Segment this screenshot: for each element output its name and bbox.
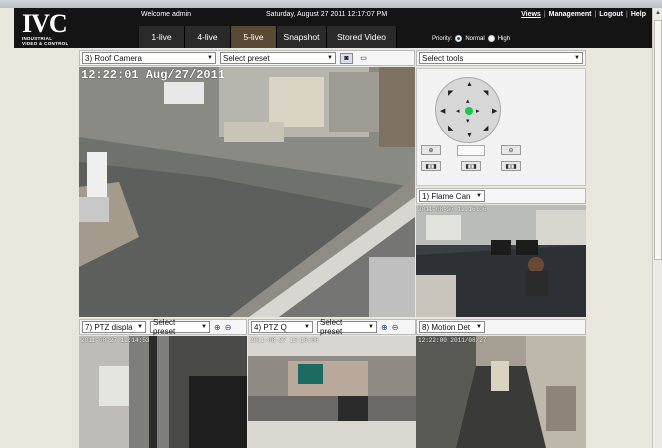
chevron-down-icon: ▼ [476, 193, 482, 199]
main-preset-select[interactable]: Select preset ▼ [220, 52, 336, 64]
chevron-down-icon: ▼ [137, 324, 143, 330]
arrow-left-icon[interactable]: ◀ [440, 107, 445, 115]
camera-7-header: 7) PTZ displa ▼ Select preset ▼ ⊕ ⊖ [79, 318, 247, 336]
priority-normal-radio[interactable] [455, 35, 463, 42]
chevron-down-icon: ▼ [207, 55, 213, 61]
page-scrollbar[interactable]: ▲ [652, 8, 662, 448]
ptz-control-panel: ▲ ▼ ◀ ▶ ◤ ◥ ◣ ◢ ▴ ▾ ◂ ▸ ⊕ ⊖ ◧◨ ◧◨ ◧◨ [416, 68, 586, 186]
chevron-down-icon: ▼ [574, 55, 580, 61]
camera-8-timestamp: 12:22:00 2011/08/27 [418, 337, 487, 344]
zoom-out-icon[interactable]: ⊖ [392, 323, 399, 332]
chevron-down-icon: ▼ [327, 55, 333, 61]
step-left-icon[interactable]: ◂ [456, 107, 460, 115]
camera-1-timestamp: 2011-08-27 12:16:06 [418, 206, 487, 213]
camera-7-preset-select[interactable]: Select preset ▼ [150, 318, 210, 336]
tools-header: Select tools ▼ [416, 50, 586, 66]
select-tools-dropdown[interactable]: Select tools ▼ [419, 52, 583, 64]
zoom-in-icon[interactable]: ⊕ [214, 323, 221, 332]
logo-subtext-2: VIDEO & CONTROL [22, 41, 69, 46]
arrow-up-right-icon[interactable]: ◥ [483, 89, 488, 97]
flame-camera-image [416, 205, 586, 317]
top-navigation-bar: IVC INDUSTRIAL VIDEO & CONTROL Welcome a… [14, 8, 652, 48]
focus-near-button[interactable]: ◧◨ [421, 161, 441, 171]
welcome-text: Welcome admin [141, 11, 192, 18]
camera-1-view[interactable]: 2011-08-27 12:16:06 [416, 205, 586, 317]
scrollbar-thumb[interactable] [654, 20, 662, 260]
main-camera-select[interactable]: 3) Roof Camera ▼ [82, 52, 216, 64]
main-camera-header: 3) Roof Camera ▼ Select preset ▼ ◙ ▭ [79, 50, 415, 66]
tab-4-live[interactable]: 4-live [185, 26, 231, 48]
camera-1-select[interactable]: 1) Flame Can ▼ [419, 190, 485, 202]
main-camera-view[interactable]: 12:22:01 Aug/27/2011 [79, 67, 415, 317]
tab-5-live[interactable]: 5-live [231, 26, 277, 48]
chevron-down-icon: ▼ [304, 324, 310, 330]
views-link[interactable]: Views [521, 11, 541, 18]
camera-4-select[interactable]: 4) PTZ Q ▼ [251, 321, 313, 333]
step-down-icon[interactable]: ▾ [466, 117, 470, 125]
step-up-icon[interactable]: ▴ [466, 97, 470, 105]
priority-label: Priority: [432, 35, 453, 42]
priority-high-radio[interactable] [487, 35, 495, 42]
arrow-up-icon[interactable]: ▲ [466, 81, 473, 88]
camera-7-select[interactable]: 7) PTZ displa ▼ [82, 321, 146, 333]
camera-4-view[interactable]: 2011-08-27 12:16:06 [248, 336, 416, 448]
tab-1-live[interactable]: 1-live [139, 26, 185, 48]
management-link[interactable]: Management [549, 11, 592, 18]
roof-camera-image [79, 67, 415, 317]
camera-7-timestamp: 2011-08-27 12:14:53 [81, 337, 150, 344]
zoom-in-icon[interactable]: ⊕ [381, 323, 388, 332]
camera-8-header: 8) Motion Det ▼ [416, 319, 586, 335]
priority-high-label: High [497, 35, 511, 42]
camera-4-preset-select[interactable]: Select preset ▼ [317, 318, 377, 336]
camera-8-view[interactable]: 12:22:00 2011/08/27 [416, 336, 586, 448]
ivc-logo: IVC INDUSTRIAL VIDEO & CONTROL [22, 9, 82, 47]
camera-4-timestamp: 2011-08-27 12:16:06 [250, 337, 319, 344]
zoom-out-button[interactable]: ⊖ [501, 145, 521, 155]
camera-icon[interactable]: ◙ [340, 52, 353, 64]
zoom-in-icon: ⊕ [428, 147, 434, 154]
tab-stored-video[interactable]: Stored Video [327, 26, 397, 48]
ptz-home-icon[interactable] [465, 107, 473, 115]
zoom-out-icon: ⊖ [508, 147, 514, 154]
browser-chrome [0, 0, 662, 8]
chevron-down-icon: ▼ [201, 324, 207, 330]
camera-8-select[interactable]: 8) Motion Det ▼ [419, 321, 485, 333]
priority-normal-label: Normal [465, 35, 485, 42]
priority-control: Priority: Normal High [432, 35, 510, 42]
chevron-down-icon: ▼ [368, 324, 374, 330]
main-camera-timestamp: 12:22:01 Aug/27/2011 [81, 68, 226, 82]
zoom-in-button[interactable]: ⊕ [421, 145, 441, 155]
arrow-down-left-icon[interactable]: ◣ [448, 124, 453, 132]
tab-snapshot[interactable]: Snapshot [277, 26, 327, 48]
help-link[interactable]: Help [631, 11, 646, 18]
arrow-down-right-icon[interactable]: ◢ [483, 124, 488, 132]
camera-4-header: 4) PTZ Q ▼ Select preset ▼ ⊕ ⊖ [248, 318, 416, 336]
chevron-down-icon: ▼ [476, 324, 482, 330]
view-tabs: 1-live 4-live 5-live Snapshot Stored Vid… [139, 26, 397, 48]
arrow-up-left-icon[interactable]: ◤ [448, 89, 453, 97]
current-datetime: Saturday, August 27 2011 12:17:07 PM [266, 11, 388, 18]
motion-detect-image [416, 336, 586, 448]
top-links: Views | Management | Logout | Help [521, 11, 646, 18]
scroll-up-icon[interactable]: ▲ [655, 10, 661, 16]
ptz-value-field[interactable] [457, 145, 485, 156]
step-right-icon[interactable]: ▸ [476, 107, 480, 115]
logout-link[interactable]: Logout [599, 11, 623, 18]
ptz-direction-pad[interactable]: ▲ ▼ ◀ ▶ ◤ ◥ ◣ ◢ ▴ ▾ ◂ ▸ [435, 77, 501, 143]
arrow-right-icon[interactable]: ▶ [492, 107, 497, 115]
focus-far-button[interactable]: ◧◨ [501, 161, 521, 171]
camera-1-header: 1) Flame Can ▼ [416, 188, 586, 204]
ptz-q-image [248, 336, 416, 448]
arrow-down-icon[interactable]: ▼ [466, 132, 473, 139]
film-icon[interactable]: ▭ [357, 53, 370, 64]
ptz-display-image [79, 336, 247, 448]
zoom-out-icon[interactable]: ⊖ [225, 323, 232, 332]
camera-7-view[interactable]: 2011-08-27 12:14:53 [79, 336, 247, 448]
logo-text: IVC [22, 9, 68, 38]
focus-auto-button[interactable]: ◧◨ [461, 161, 481, 171]
